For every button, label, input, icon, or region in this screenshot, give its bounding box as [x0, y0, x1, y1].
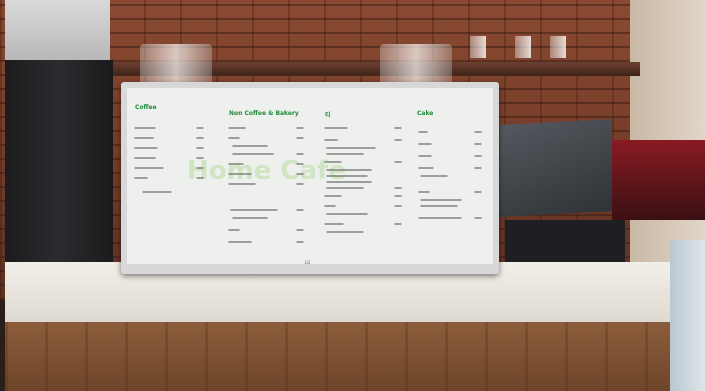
- display-case: [670, 240, 705, 391]
- glass: [470, 36, 486, 58]
- menu-screen: Home Cafe Coffee Non Coffee & Bakery 티 C…: [127, 88, 493, 264]
- photo-scene: Home Cafe Coffee Non Coffee & Bakery 티 C…: [0, 0, 705, 391]
- counter-front: [5, 322, 680, 391]
- glass: [515, 36, 531, 58]
- pos-screen: [500, 119, 612, 217]
- monitor-brand-logo: LG: [305, 260, 311, 265]
- glass: [550, 36, 566, 58]
- menu-monitor: Home Cafe Coffee Non Coffee & Bakery 티 C…: [121, 82, 499, 274]
- cup-stack: [5, 0, 110, 62]
- bottle-rack: [612, 140, 705, 220]
- menu-item-lines: [134, 127, 482, 243]
